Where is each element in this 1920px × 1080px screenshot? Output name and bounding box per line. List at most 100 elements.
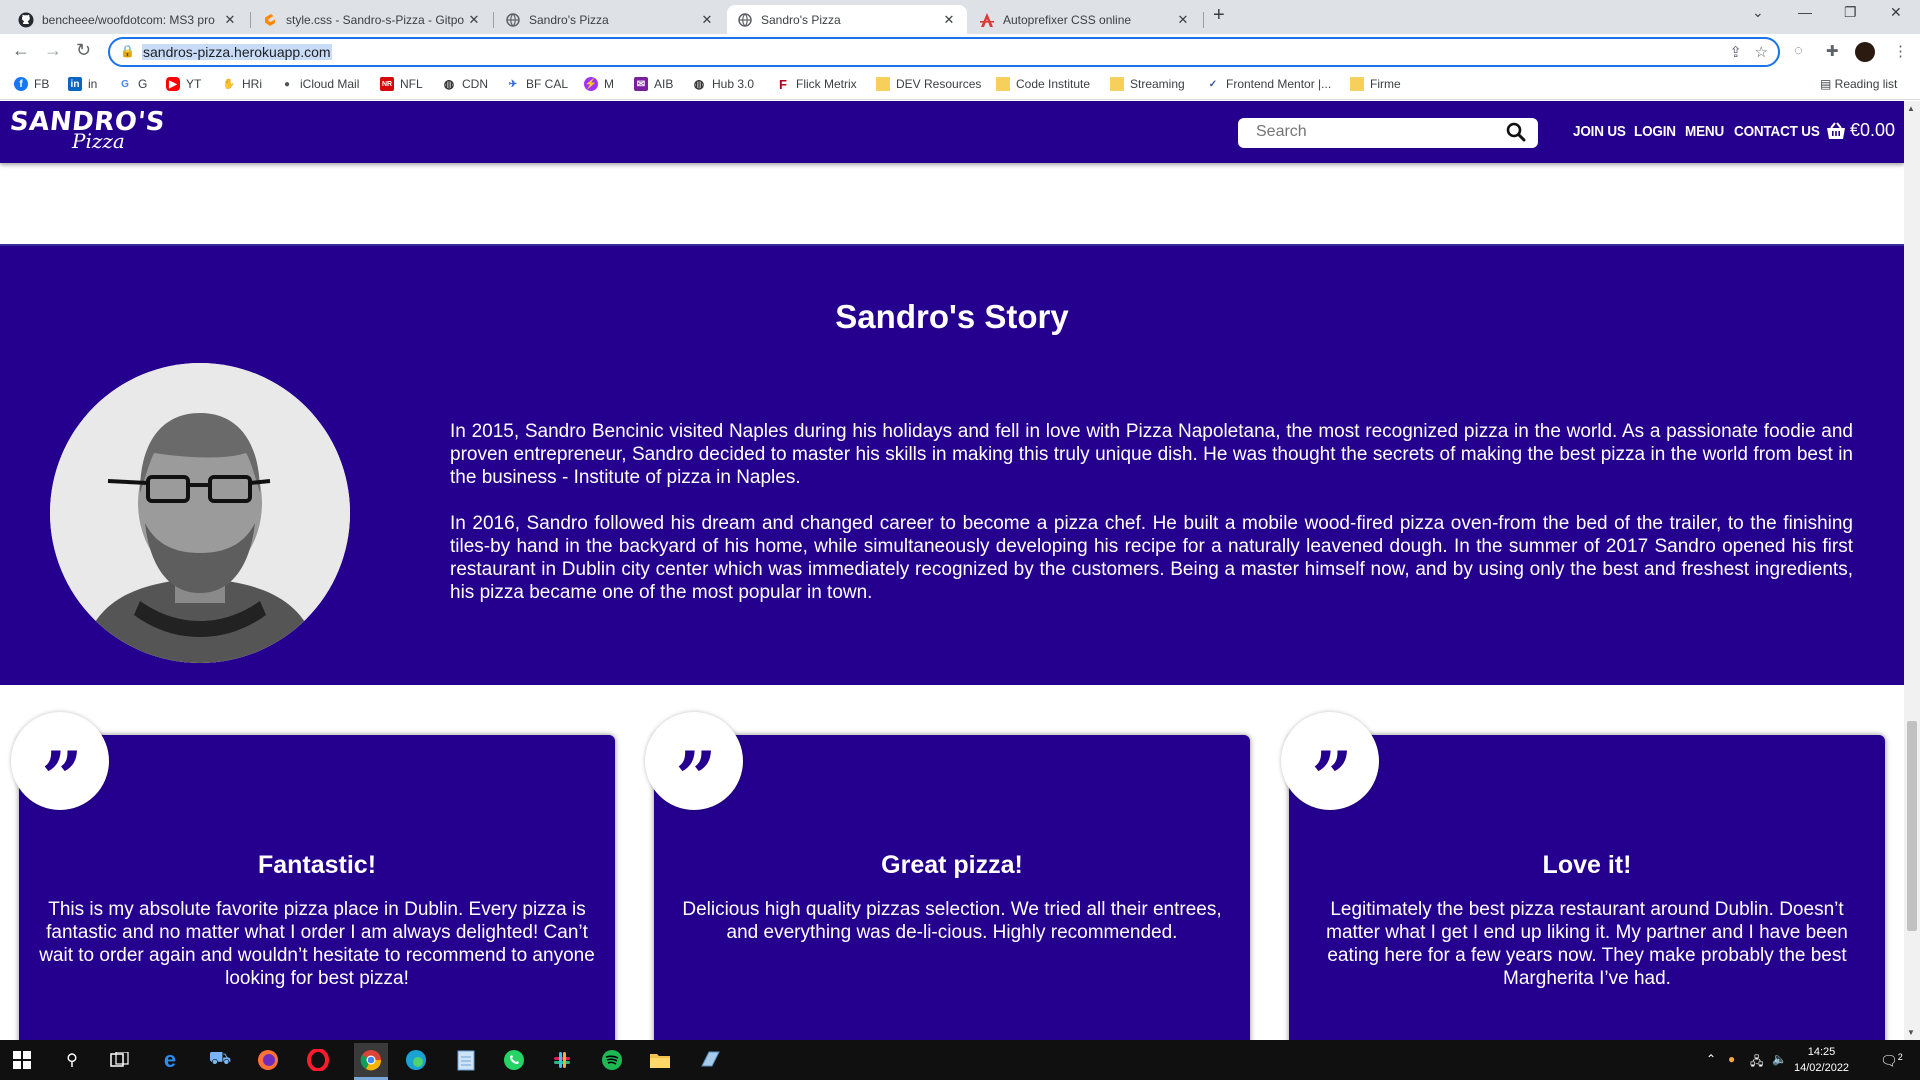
bookmark-label: Frontend Mentor |... <box>1226 77 1332 91</box>
lock-icon[interactable]: 🔒 <box>120 44 135 58</box>
new-tab-button[interactable]: + <box>1213 4 1225 27</box>
back-arrow-icon[interactable]: ← <box>12 40 30 61</box>
nav-login[interactable]: LOGIN <box>1634 123 1676 140</box>
volume-icon[interactable]: 🔈 <box>1772 1052 1787 1066</box>
minimize-button[interactable]: — <box>1798 4 1812 20</box>
close-window-button[interactable]: ✕ <box>1890 4 1902 21</box>
close-tab-icon[interactable]: ✕ <box>222 12 238 28</box>
firefox-icon[interactable] <box>256 1048 280 1072</box>
network-icon[interactable]: 🖧 <box>1750 1052 1763 1073</box>
review-title: Great pizza! <box>881 851 1023 879</box>
bookmark-aib[interactable]: ✉ AIB <box>634 77 673 91</box>
bookmark-folder-dev[interactable]: DEV Resources <box>876 77 981 91</box>
bookmark-folder-code-institute[interactable]: Code Institute <box>996 77 1090 91</box>
tab-title: style.css - Sandro-s-Pizza - Gitpo <box>286 12 465 27</box>
close-tab-icon[interactable]: ✕ <box>699 12 715 28</box>
globe-icon: ◍ <box>442 77 456 91</box>
snipping-tool-icon[interactable] <box>698 1048 722 1072</box>
nav-contact-us[interactable]: CONTACT US <box>1734 123 1820 140</box>
bookmark-youtube[interactable]: ▶ YT <box>166 77 201 91</box>
bookmark-bf-cal[interactable]: ✈ BF CAL <box>506 77 568 91</box>
system-clock[interactable]: 14:25 14/02/2022 <box>1794 1044 1849 1076</box>
tab-sandros-pizza[interactable]: Sandro's Pizza ✕ <box>495 5 725 34</box>
bookmark-label: AIB <box>654 77 674 91</box>
search-box[interactable] <box>1238 118 1538 148</box>
bookmark-google[interactable]: GG <box>118 77 147 91</box>
tray-overflow-icon[interactable]: ⌃ <box>1706 1052 1716 1066</box>
terminal-icon[interactable]: ⛟ <box>208 1048 232 1072</box>
bookmark-frontend-mentor[interactable]: ✓ Frontend Mentor |... <box>1206 77 1331 91</box>
edge-icon[interactable] <box>404 1048 428 1072</box>
forward-arrow-icon[interactable]: → <box>44 40 62 61</box>
search-icon[interactable] <box>1506 122 1526 142</box>
spotify-icon[interactable] <box>600 1048 624 1072</box>
youtube-icon: ▶ <box>166 77 180 91</box>
tray-app-icon[interactable]: ● <box>1728 1052 1735 1066</box>
windows-start-icon[interactable] <box>10 1048 34 1072</box>
extensions-puzzle-icon[interactable]: ✚ <box>1826 42 1839 60</box>
github-icon <box>18 12 34 28</box>
bookmark-folder-streaming[interactable]: Streaming <box>1110 77 1185 91</box>
cart-link[interactable]: €0.00 <box>1826 120 1895 141</box>
tab-autoprefixer[interactable]: Autoprefixer CSS online ✕ <box>969 5 1201 34</box>
restore-button[interactable]: ❐ <box>1844 4 1857 21</box>
bookmark-label: HRi <box>242 77 262 91</box>
tab-gitpod[interactable]: style.css - Sandro-s-Pizza - Gitpo ✕ <box>252 5 492 34</box>
bookmark-hri[interactable]: ✋ HRi <box>222 77 262 91</box>
bookmark-cdn[interactable]: ◍ CDN <box>442 77 488 91</box>
bookmark-flick-metrix[interactable]: F Flick Metrix <box>776 77 857 92</box>
opera-icon[interactable] <box>306 1048 330 1072</box>
chrome-menu-icon[interactable]: ⋮ <box>1893 42 1908 60</box>
search-icon[interactable]: ⚲ <box>60 1048 84 1072</box>
bookmark-icloud[interactable]: ● iCloud Mail <box>280 77 359 91</box>
windows-taskbar: ⚲ e ⛟ ⌃ ● 🖧 🔈 14:25 14/02/2022 🗨2 <box>0 1040 1920 1080</box>
url-text[interactable]: sandros-pizza.herokuapp.com <box>142 44 332 60</box>
nav-menu[interactable]: MENU <box>1685 123 1724 140</box>
reload-icon[interactable]: ↻ <box>76 40 91 61</box>
internet-explorer-icon[interactable]: e <box>158 1047 182 1072</box>
bookmark-nfl[interactable]: NR NFL <box>380 77 423 91</box>
bookmark-label: FB <box>34 77 50 91</box>
tab-title: Sandro's Pizza <box>761 12 841 27</box>
clock-time: 14:25 <box>1807 1046 1836 1058</box>
file-explorer-icon[interactable] <box>648 1048 672 1072</box>
scrollbar-thumb[interactable] <box>1907 721 1917 931</box>
bookmark-linkedin[interactable]: in in <box>68 77 97 91</box>
bookmark-hub[interactable]: ◍ Hub 3.0 <box>692 77 754 91</box>
review-card: Great pizza! Delicious high quality pizz… <box>654 735 1250 1040</box>
story-text: In 2015, Sandro Bencinic visited Naples … <box>450 420 1853 604</box>
scroll-up-arrow-icon[interactable]: ▲ <box>1907 104 1915 113</box>
chrome-icon[interactable] <box>354 1043 388 1077</box>
whatsapp-icon[interactable] <box>502 1048 526 1072</box>
notification-center-icon[interactable]: 🗨2 <box>1880 1052 1903 1070</box>
sandros-logo[interactable]: SANDRO'S Pizza <box>8 107 166 153</box>
tab-title: Sandro's Pizza <box>529 12 609 27</box>
bookmark-folder-firme[interactable]: Firme <box>1350 77 1401 91</box>
close-tab-icon[interactable]: ✕ <box>466 12 482 28</box>
tab-sandros-pizza-active[interactable]: Sandro's Pizza ✕ <box>727 5 967 34</box>
tab-woofdotcom[interactable]: bencheee/woofdotcom: MS3 pro ✕ <box>8 5 248 34</box>
reading-list-button[interactable]: ▤ Reading list <box>1820 77 1897 91</box>
bookmark-label: DEV Resources <box>896 77 982 91</box>
task-view-icon[interactable] <box>108 1048 132 1072</box>
folder-icon <box>1350 77 1364 91</box>
close-tab-icon[interactable]: ✕ <box>941 12 957 28</box>
nav-join-us[interactable]: JOIN US <box>1573 123 1626 140</box>
quote-icon: ” <box>1281 712 1379 814</box>
share-icon[interactable]: ⇪ <box>1729 43 1742 61</box>
slack-icon[interactable] <box>550 1048 574 1072</box>
bookmark-star-icon[interactable]: ☆ <box>1755 43 1768 61</box>
close-tab-icon[interactable]: ✕ <box>1175 12 1191 28</box>
extension-status-icon[interactable]: ◌ <box>1794 42 1803 59</box>
globe-icon: ◍ <box>692 77 706 91</box>
scroll-down-arrow-icon[interactable]: ▼ <box>1907 1028 1915 1037</box>
tab-search-icon[interactable]: ⌄ <box>1752 4 1764 21</box>
quote-mark: ” <box>1311 735 1352 820</box>
browser-tab-strip: bencheee/woofdotcom: MS3 pro ✕ style.css… <box>0 0 1920 34</box>
address-bar[interactable]: 🔒 sandros-pizza.herokuapp.com ⇪ ☆ <box>108 37 1780 67</box>
bookmark-fb[interactable]: f FB <box>14 77 49 91</box>
profile-avatar[interactable] <box>1855 42 1875 62</box>
bookmark-messenger[interactable]: ⚡ M <box>584 77 614 91</box>
notepad-icon[interactable] <box>454 1048 478 1072</box>
search-input[interactable] <box>1256 123 1496 141</box>
